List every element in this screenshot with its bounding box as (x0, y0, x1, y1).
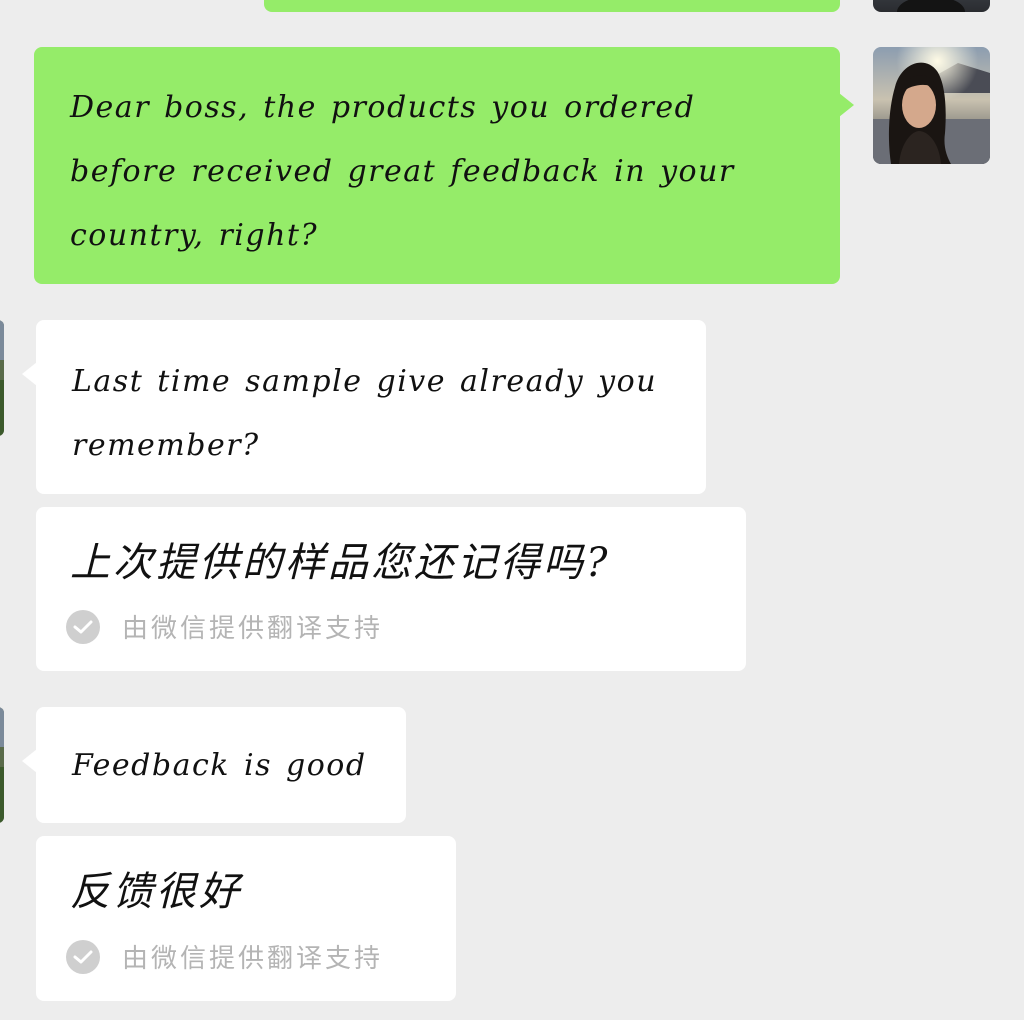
previous-sent-bubble[interactable] (264, 0, 840, 12)
received-message-text: Last time sample give already you rememb… (72, 364, 658, 463)
sent-message-text: Dear boss, the products you ordered befo… (70, 90, 735, 253)
translation-bubble[interactable]: 上次提供的样品您还记得吗? 由微信提供翻译支持 (36, 507, 746, 671)
translation-text: 反馈很好 (70, 869, 242, 915)
received-message-text: Feedback is good (72, 748, 367, 783)
received-message-bubble[interactable]: Feedback is good (22, 707, 406, 823)
check-icon (66, 939, 100, 974)
own-avatar[interactable] (873, 47, 990, 164)
translation-footer: 由微信提供翻译支持 (66, 938, 383, 975)
own-avatar-previous[interactable] (873, 0, 990, 12)
contact-avatar[interactable] (0, 707, 4, 823)
translation-label: 由微信提供翻译支持 (122, 614, 384, 644)
sent-message-bubble[interactable]: Dear boss, the products you ordered befo… (34, 47, 854, 284)
translation-label: 由微信提供翻译支持 (122, 944, 384, 974)
translation-footer: 由微信提供翻译支持 (66, 608, 383, 645)
check-icon (66, 609, 100, 644)
received-message-bubble[interactable]: Last time sample give already you rememb… (22, 320, 706, 494)
translation-text: 上次提供的样品您还记得吗? (70, 540, 611, 586)
translation-bubble[interactable]: 反馈很好 由微信提供翻译支持 (36, 836, 456, 1001)
contact-avatar[interactable] (0, 320, 4, 436)
